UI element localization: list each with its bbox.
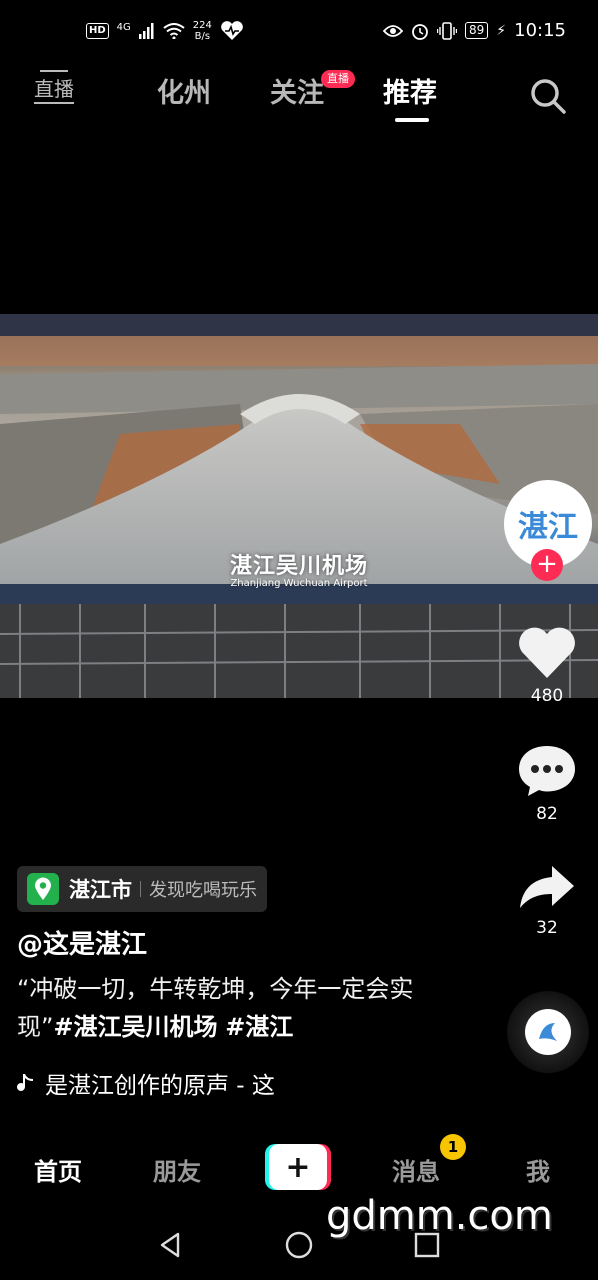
home-icon[interactable]	[284, 1230, 314, 1260]
recents-icon[interactable]	[412, 1230, 442, 1260]
author-handle[interactable]: @这是湛江	[17, 924, 147, 961]
live-badge: 直播	[321, 70, 355, 88]
post-description: “冲破一切，牛转乾坤，今年一定会实现”#湛江吴川机场 #湛江	[17, 970, 447, 1046]
charging-icon: ⚡	[496, 22, 507, 39]
disc-logo-icon	[539, 1023, 557, 1041]
status-left: HD 4G 224 B/s	[86, 20, 244, 42]
video-caption: 湛江吴川机场 Zhanjiang Wuchuan Airport	[0, 548, 598, 589]
location-divider	[140, 881, 141, 897]
battery-level: 89	[465, 22, 489, 39]
messages-badge: 1	[440, 1134, 466, 1160]
vibrate-icon	[437, 21, 457, 40]
net-speed: 224 B/s	[193, 20, 212, 42]
alarm-icon	[412, 23, 428, 40]
music-note-icon	[17, 1074, 33, 1091]
plus-icon: +	[269, 1144, 327, 1190]
comment-count: 82	[536, 804, 558, 824]
create-button[interactable]: +	[265, 1144, 331, 1190]
like-count: 480	[530, 686, 564, 706]
hashtag-airport[interactable]: #湛江吴川机场	[53, 1013, 217, 1041]
active-tab-indicator	[395, 118, 429, 122]
follow-button[interactable]: +	[531, 549, 563, 581]
live-tv-icon[interactable]: 直播	[34, 70, 74, 104]
location-desc: 发现吃喝玩乐	[149, 880, 257, 901]
comment-icon	[519, 746, 575, 796]
top-nav: 直播 化州 关注 直播 推荐	[0, 68, 598, 128]
music-disc-cover	[525, 1009, 571, 1055]
share-button[interactable]: 32	[512, 862, 582, 938]
tab-messages[interactable]: 消息	[392, 1152, 440, 1187]
like-button[interactable]: 480	[512, 624, 582, 706]
caption-english: Zhanjiang Wuchuan Airport	[230, 578, 368, 589]
music-info[interactable]: 是湛江创作的原声 - 这	[17, 1066, 275, 1100]
music-title: 是湛江创作的原声 - 这	[45, 1073, 275, 1099]
net-speed-unit: B/s	[194, 31, 211, 42]
status-bar: HD 4G 224 B/s 89 ⚡ 10:15	[0, 0, 598, 68]
net-speed-value: 224	[192, 20, 212, 31]
tab-local[interactable]: 化州	[157, 76, 211, 112]
eye-icon	[383, 24, 403, 37]
location-tag[interactable]: 湛江市 发现吃喝玩乐	[17, 866, 267, 912]
back-icon[interactable]	[156, 1230, 186, 1260]
avatar-text: 湛江	[518, 510, 578, 545]
clock: 10:15	[514, 20, 566, 41]
signal-icon: 4G	[116, 21, 131, 33]
music-disc[interactable]	[507, 991, 589, 1073]
comment-button[interactable]: 82	[512, 742, 582, 824]
status-right: 89 ⚡ 10:15	[383, 20, 566, 41]
cell-signal-icon	[138, 23, 154, 39]
tab-following[interactable]: 关注	[270, 76, 324, 112]
location-pin-icon	[27, 873, 59, 905]
system-nav-bar	[0, 1218, 598, 1280]
tab-home[interactable]: 首页	[34, 1152, 82, 1187]
caption-chinese: 湛江吴川机场	[229, 554, 368, 579]
location-name: 湛江市	[69, 878, 132, 902]
search-icon[interactable]	[528, 76, 568, 116]
heart-monitor-icon	[221, 21, 243, 40]
tab-me[interactable]: 我	[526, 1152, 550, 1187]
tab-recommend[interactable]: 推荐	[383, 76, 437, 112]
heart-icon	[519, 627, 575, 678]
share-count: 32	[536, 918, 558, 938]
share-arrow-icon	[520, 866, 574, 908]
tab-friends[interactable]: 朋友	[153, 1152, 201, 1187]
hd-indicator: HD	[86, 23, 109, 39]
hashtag-zhanjiang[interactable]: #湛江	[225, 1013, 293, 1041]
wifi-icon	[163, 23, 185, 39]
